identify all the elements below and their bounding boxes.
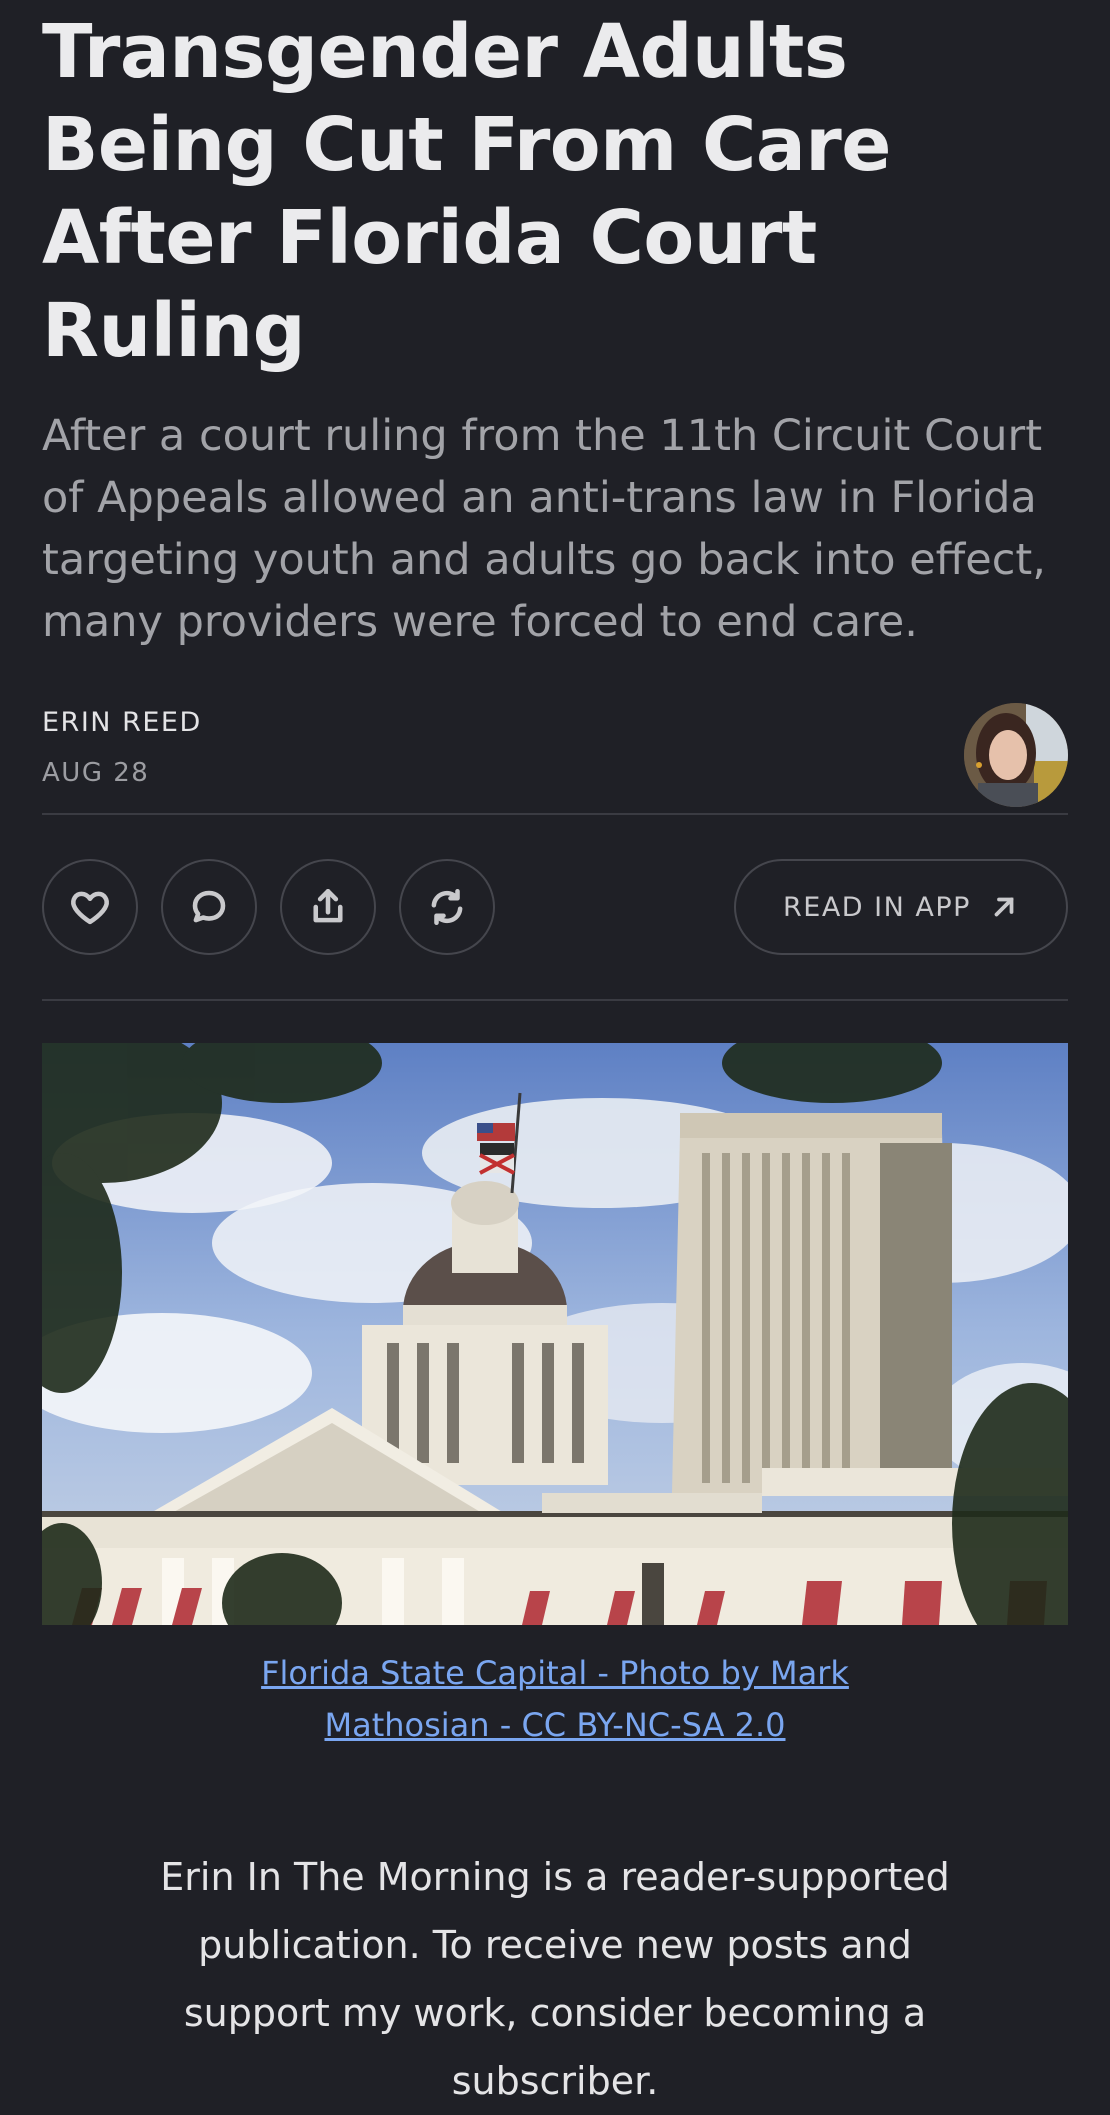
author-avatar[interactable]	[964, 703, 1068, 807]
heart-icon	[71, 891, 109, 925]
action-bar: READ IN APP	[42, 815, 1068, 999]
article-subtitle: After a court ruling from the 11th Circu…	[42, 411, 1046, 647]
avatar-image	[964, 703, 1068, 807]
hero-image[interactable]	[42, 1043, 1068, 1625]
read-in-app-button[interactable]: READ IN APP	[734, 859, 1068, 955]
subscribe-prompt: Erin In The Morning is a reader-supporte…	[160, 1855, 950, 2103]
like-button[interactable]	[42, 859, 138, 955]
article-page: Transgender Adults Being Cut From Care A…	[42, 0, 1068, 2115]
share-button[interactable]	[280, 859, 376, 955]
image-caption[interactable]: Florida State Capital - Photo by Mark Ma…	[42, 1647, 1068, 1751]
comment-icon	[192, 890, 226, 923]
author-name[interactable]: ERIN REED	[42, 707, 202, 738]
divider-bottom	[42, 999, 1068, 1001]
restack-icon	[431, 888, 463, 926]
publish-date: AUG 28	[42, 758, 150, 788]
byline: ERIN REED AUG 28	[42, 703, 1068, 813]
restack-button[interactable]	[399, 859, 495, 955]
read-in-app-label: READ IN APP	[783, 891, 971, 923]
article-title: Transgender Adults Being Cut From Care A…	[42, 9, 891, 374]
image-caption-link[interactable]: Florida State Capital - Photo by Mark Ma…	[261, 1654, 849, 1744]
arrow-up-right-icon	[994, 897, 1014, 917]
comment-button[interactable]	[161, 859, 257, 955]
share-icon	[313, 888, 343, 923]
